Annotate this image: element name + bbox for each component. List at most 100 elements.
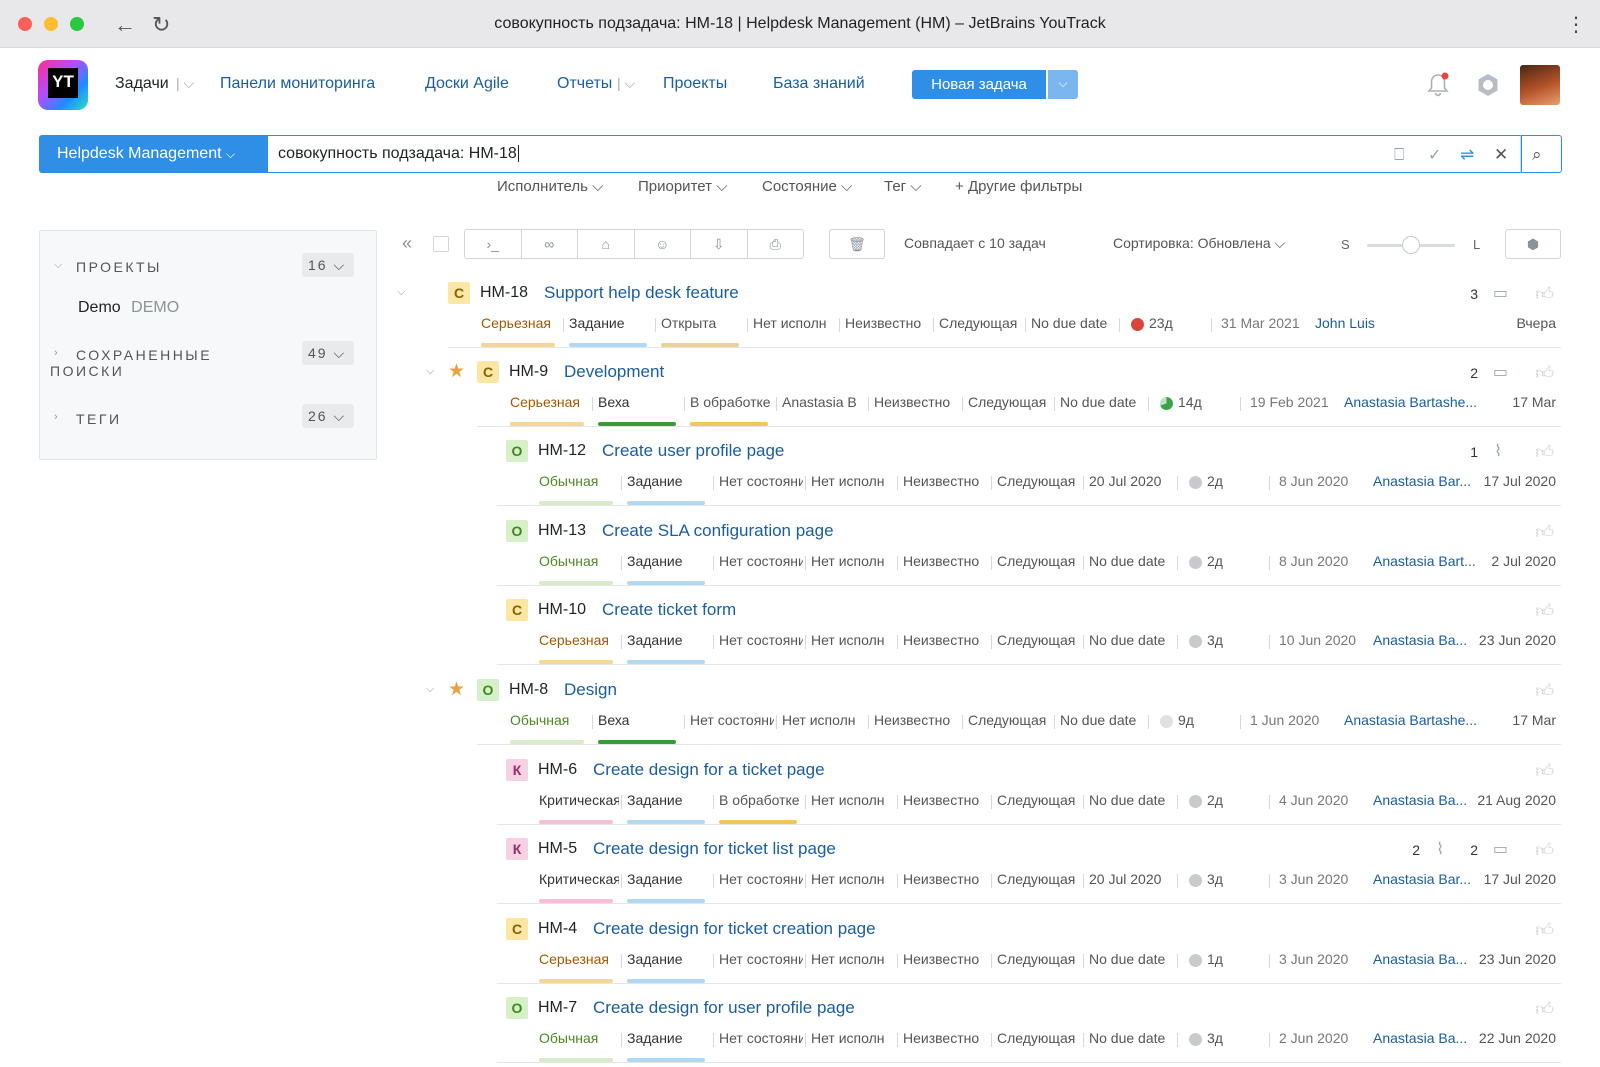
filter-assignee[interactable]: Исполнитель ⌵ — [497, 178, 604, 195]
type-field[interactable]: Задание — [627, 632, 711, 648]
list-settings-gear-icon[interactable]: ⬢ — [1505, 229, 1561, 259]
sort-dropdown[interactable]: Сортировка: Обновлена ⌵ — [1113, 235, 1285, 252]
priority-field[interactable]: Серьезная — [510, 394, 590, 410]
type-field[interactable]: Задание — [569, 315, 653, 331]
sidebar-saved-searches-header[interactable]: СОХРАНЕННЫЕ — [76, 347, 212, 363]
thumbs-up-icon[interactable]: 👍︎ — [1535, 521, 1554, 543]
thumbs-up-icon[interactable]: 👍︎ — [1535, 680, 1554, 702]
help-gear-icon[interactable] — [1475, 72, 1501, 98]
filter-settings-icon[interactable]: ⇌ — [1460, 145, 1474, 165]
issue-id[interactable]: HM-13 — [538, 522, 586, 540]
thumbs-up-icon[interactable]: 👍︎ — [1535, 760, 1554, 782]
subsystem-field[interactable]: Неизвестно — [874, 712, 960, 728]
fix-version-field[interactable]: Следующая — [997, 553, 1081, 569]
type-field[interactable]: Задание — [627, 553, 711, 569]
fix-version-field[interactable]: Следующая — [997, 951, 1081, 967]
star-icon[interactable]: ★ — [448, 678, 465, 701]
thumbs-up-icon[interactable]: 👍︎ — [1535, 919, 1554, 941]
estimate-field[interactable]: 2д — [1207, 553, 1267, 569]
state-field[interactable]: Нет состояния — [719, 473, 803, 489]
due-date-field[interactable]: No due date — [1089, 792, 1175, 808]
issue-summary-link[interactable]: Create design for ticket creation page — [593, 919, 876, 939]
assignee-field[interactable]: Нет исполн — [811, 951, 895, 967]
issue-id[interactable]: HM-4 — [538, 920, 577, 938]
type-field[interactable]: Веха — [598, 394, 682, 410]
state-field[interactable]: В обработке — [690, 394, 774, 410]
search-input[interactable]: совокупность подзадача: HM-18 — [268, 135, 1522, 173]
priority-badge[interactable]: К — [506, 838, 528, 860]
subsystem-field[interactable]: Неизвестно — [874, 394, 960, 410]
select-all-checkbox[interactable] — [433, 236, 449, 252]
state-field[interactable]: Нет состояния — [719, 951, 803, 967]
estimate-field[interactable]: 14д — [1178, 394, 1238, 410]
filter-state[interactable]: Состояние ⌵ — [762, 178, 852, 195]
export-icon[interactable]: ⇩ — [691, 230, 748, 258]
issue-id[interactable]: HM-18 — [480, 284, 528, 302]
type-field[interactable]: Веха — [598, 712, 682, 728]
issue-id[interactable]: HM-10 — [538, 601, 586, 619]
nav-reports-dropdown[interactable]: | ⌵ — [617, 75, 635, 92]
sidebar-saved-count[interactable]: 49 ⌵ — [302, 341, 354, 365]
comment-icon[interactable]: ▭ — [1493, 839, 1508, 859]
assignee-field[interactable]: Нет исполн — [811, 871, 895, 887]
issue-summary-link[interactable]: Create user profile page — [602, 441, 784, 461]
subsystem-field[interactable]: Неизвестно — [903, 951, 989, 967]
due-date-field[interactable]: No due date — [1060, 394, 1146, 410]
kebab-menu-icon[interactable]: ⋮ — [1566, 12, 1586, 37]
estimate-field[interactable]: 1д — [1207, 951, 1267, 967]
priority-badge[interactable]: С — [448, 282, 470, 304]
chevron-down-icon[interactable]: ⌵ — [426, 683, 434, 696]
fix-version-field[interactable]: Следующая — [997, 792, 1081, 808]
priority-field[interactable]: Обычная — [510, 712, 590, 728]
delete-trash-icon[interactable]: 🗑 — [829, 229, 885, 259]
print-icon[interactable]: ⎙ — [748, 230, 804, 258]
priority-badge[interactable]: С — [506, 599, 528, 621]
bookmark-icon[interactable]: ⎕ — [1394, 145, 1404, 165]
estimate-field[interactable]: 23д — [1149, 315, 1209, 331]
priority-badge[interactable]: О — [506, 520, 528, 542]
subsystem-field[interactable]: Неизвестно — [903, 792, 989, 808]
tag-icon[interactable]: ⌂ — [578, 230, 635, 258]
due-date-field[interactable]: No due date — [1031, 315, 1117, 331]
estimate-field[interactable]: 2д — [1207, 473, 1267, 489]
type-field[interactable]: Задание — [627, 871, 711, 887]
sidebar-tags-header[interactable]: ТЕГИ — [76, 411, 122, 427]
estimate-field[interactable]: 9д — [1178, 712, 1238, 728]
chevron-down-icon[interactable]: ⌵ — [54, 259, 62, 272]
assignee-field[interactable]: Нет исполн — [782, 712, 866, 728]
fix-version-field[interactable]: Следующая — [968, 394, 1052, 410]
sidebar-projects-count[interactable]: 16 ⌵ — [302, 253, 354, 277]
priority-badge[interactable]: О — [506, 997, 528, 1019]
state-field[interactable]: Нет состояния — [719, 553, 803, 569]
priority-field[interactable]: Серьезная — [539, 632, 619, 648]
collapse-sidebar-icon[interactable]: « — [395, 229, 419, 259]
estimate-field[interactable]: 3д — [1207, 871, 1267, 887]
state-field[interactable]: Нет состояния — [719, 1030, 803, 1046]
due-date-field[interactable]: No due date — [1089, 1030, 1175, 1046]
assignee-field[interactable]: Нет исполн — [811, 553, 895, 569]
subsystem-field[interactable]: Неизвестно — [903, 553, 989, 569]
user-avatar[interactable] — [1520, 65, 1560, 105]
state-field[interactable]: В обработке — [719, 792, 803, 808]
priority-field[interactable]: Серьезная — [481, 315, 561, 331]
filter-tag[interactable]: Тег ⌵ — [884, 178, 922, 195]
fix-version-field[interactable]: Следующая — [997, 871, 1081, 887]
thumbs-up-icon[interactable]: 👍︎ — [1535, 998, 1554, 1020]
issue-summary-link[interactable]: Create design for ticket list page — [593, 839, 836, 859]
comment-icon[interactable]: ▭ — [1493, 283, 1508, 303]
assignee-field[interactable]: Нет исполн — [811, 792, 895, 808]
star-icon[interactable]: ★ — [448, 360, 465, 383]
priority-badge[interactable]: С — [477, 361, 499, 383]
link-icon[interactable]: ∞ — [522, 230, 578, 258]
nav-knowledge-base[interactable]: База знаний — [773, 75, 865, 93]
paperclip-icon[interactable]: ⌇ — [1436, 839, 1444, 859]
state-field[interactable]: Открыта — [661, 315, 745, 331]
thumbs-up-icon[interactable]: 👍︎ — [1535, 839, 1554, 861]
notifications-bell-icon[interactable] — [1426, 71, 1450, 99]
nav-issues[interactable]: Задачи — [115, 75, 169, 93]
sidebar-item-demo[interactable]: Demo DEMO — [78, 299, 179, 317]
filter-priority[interactable]: Приоритет ⌵ — [638, 178, 728, 195]
assignee-field[interactable]: Нет исполн — [753, 315, 837, 331]
subsystem-field[interactable]: Неизвестно — [903, 473, 989, 489]
size-slider-handle[interactable] — [1402, 236, 1420, 254]
